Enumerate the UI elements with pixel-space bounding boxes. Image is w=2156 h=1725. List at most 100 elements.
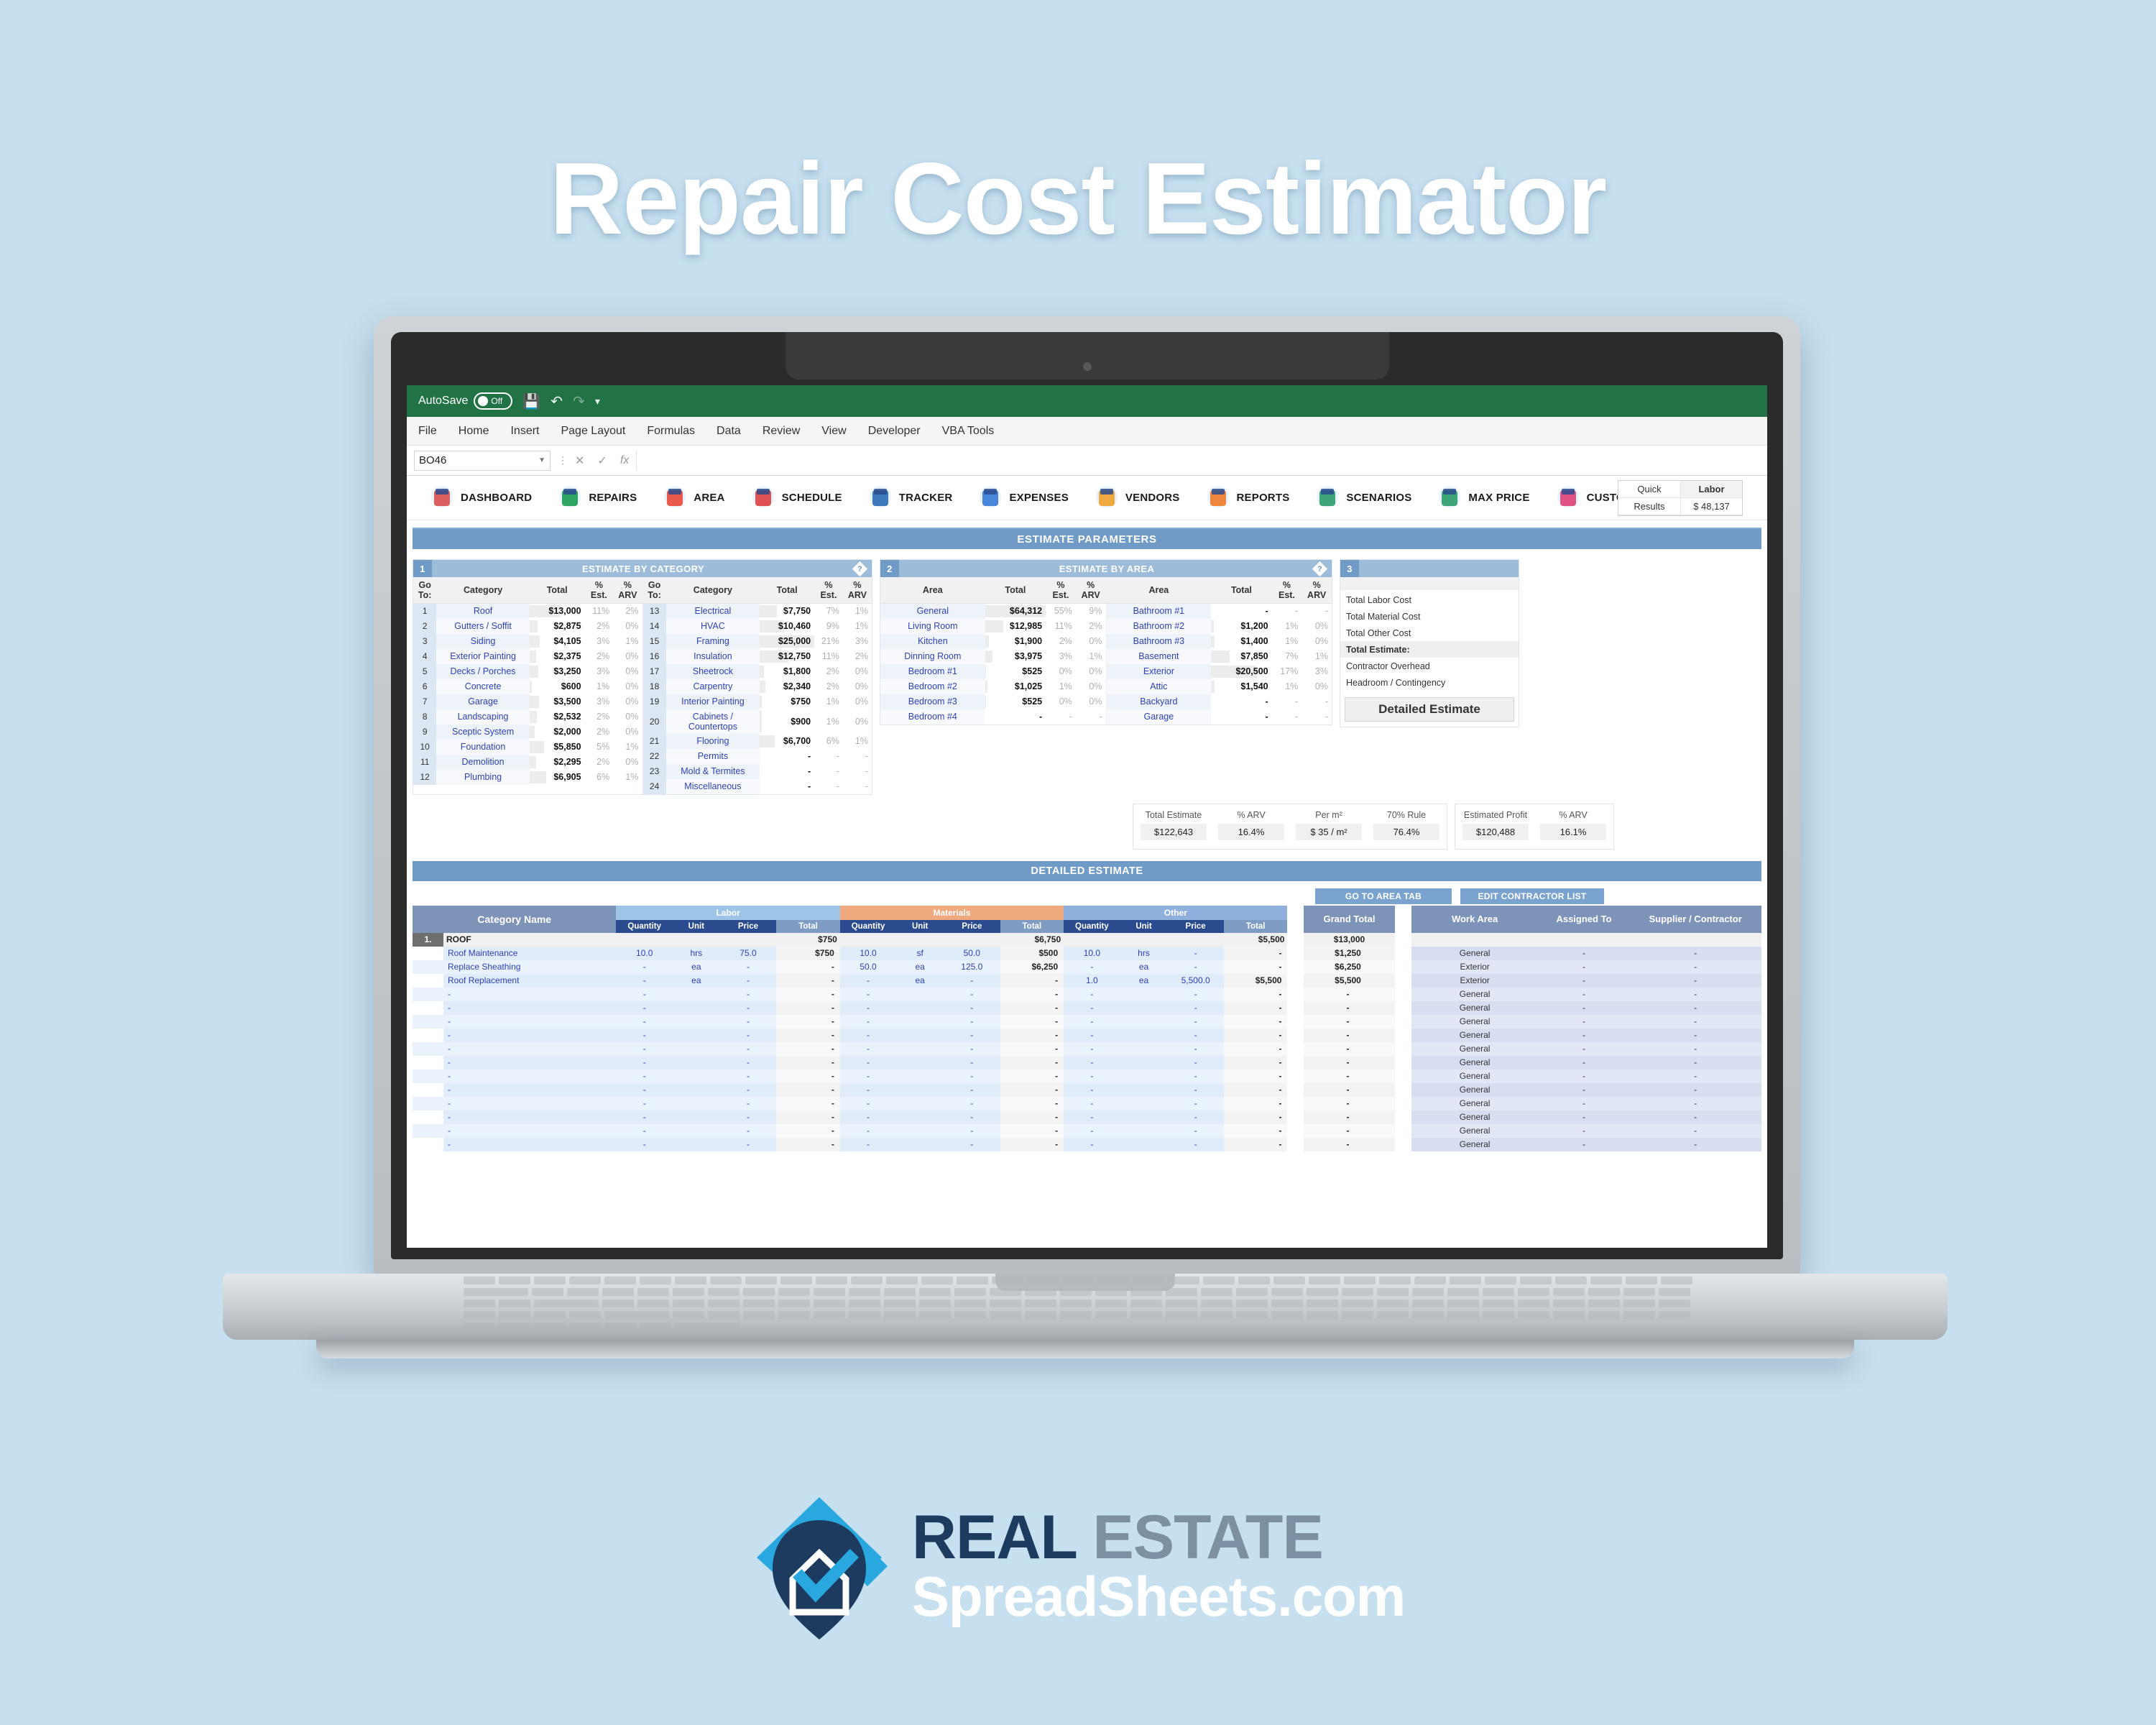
table-row[interactable]: 14 HVAC $10,460 9% 1% xyxy=(642,618,872,634)
supplier-cell[interactable]: - xyxy=(1629,1055,1761,1070)
table-row[interactable]: 13 Electrical $7,750 7% 1% xyxy=(642,603,872,619)
other-unit-cell[interactable] xyxy=(1120,1137,1168,1151)
materials-total-cell[interactable]: - xyxy=(1000,1028,1064,1042)
materials-price-cell[interactable]: - xyxy=(944,1055,1000,1070)
table-row[interactable]: 7 Garage $3,500 3% 0% xyxy=(413,694,642,709)
assigned-to-cell[interactable]: - xyxy=(1538,1041,1630,1056)
labor-price-cell[interactable]: - xyxy=(719,960,777,974)
detail-name-cell[interactable]: - xyxy=(443,1069,617,1083)
area-cell[interactable]: Garage xyxy=(1106,709,1212,724)
table-row[interactable]: Bedroom #2 $1,025 1% 0% xyxy=(880,678,1106,694)
edit-contractor-list-button[interactable]: EDIT CONTRACTOR LIST xyxy=(1460,888,1604,904)
area-cell[interactable]: Bathroom #1 xyxy=(1106,603,1212,619)
table-row[interactable]: Backyard - - - xyxy=(1106,694,1332,709)
materials-total-cell[interactable]: - xyxy=(1000,1041,1064,1056)
goto-cell[interactable]: 21 xyxy=(642,733,666,749)
other-total-cell[interactable]: - xyxy=(1223,1110,1288,1124)
detail-name-cell[interactable]: - xyxy=(443,1110,617,1124)
materials-price-cell[interactable]: - xyxy=(944,1096,1000,1110)
detail-row[interactable]: Replace Sheathing - ea - -50.0 ea 125.0 $6,250-… xyxy=(413,960,1761,974)
work-area-cell[interactable]: Exterior xyxy=(1411,973,1539,988)
detail-row[interactable]: - - - - - - - - - - - General - - xyxy=(413,1014,1761,1029)
nav-item-expenses[interactable]: EXPENSES xyxy=(965,485,1081,510)
detail-row[interactable]: - - - - - - - - - - - General - - xyxy=(413,1137,1761,1151)
labor-total-cell[interactable]: - xyxy=(776,1137,840,1151)
labor-qty-cell[interactable]: - xyxy=(616,987,673,1001)
materials-unit-cell[interactable] xyxy=(896,1137,944,1151)
detail-row[interactable]: Roof Replacement - ea - - - ea - -1.0 ea 5,500.0 $5… xyxy=(413,973,1761,988)
table-row[interactable]: General $64,312 55% 9% xyxy=(880,603,1106,619)
supplier-cell[interactable]: - xyxy=(1629,1028,1761,1042)
goto-cell[interactable]: 12 xyxy=(413,769,437,785)
assigned-to-cell[interactable]: - xyxy=(1538,1123,1630,1138)
detail-row[interactable]: - - - - - - - - - - - General - - xyxy=(413,1041,1761,1056)
area-cell[interactable]: Living Room xyxy=(880,618,985,634)
table-row[interactable]: 9 Sceptic System $2,000 2% 0% xyxy=(413,724,642,740)
labor-total-cell[interactable]: - xyxy=(776,1041,840,1056)
labor-price-cell[interactable]: - xyxy=(719,1096,777,1110)
table-row[interactable]: Bathroom #2 $1,200 1% 0% xyxy=(1106,618,1332,634)
labor-unit-cell[interactable] xyxy=(672,1082,720,1097)
menu-developer[interactable]: Developer xyxy=(868,425,921,438)
supplier-cell[interactable]: - xyxy=(1629,1082,1761,1097)
materials-total-cell[interactable]: - xyxy=(1000,987,1064,1001)
detail-name-cell[interactable]: - xyxy=(443,1137,617,1151)
materials-price-cell[interactable]: 50.0 xyxy=(944,946,1000,960)
labor-total-cell[interactable]: - xyxy=(776,1096,840,1110)
labor-qty-cell[interactable]: - xyxy=(616,1055,673,1070)
table-row[interactable]: 12 Plumbing $6,905 6% 1% xyxy=(413,769,642,785)
nav-item-reports[interactable]: REPORTS xyxy=(1193,485,1303,510)
category-cell[interactable]: Permits xyxy=(665,748,760,764)
other-price-cell[interactable]: - xyxy=(1167,1137,1224,1151)
materials-qty-cell[interactable]: - xyxy=(839,1123,897,1138)
assigned-to-cell[interactable]: - xyxy=(1538,1014,1630,1029)
goto-cell[interactable]: 14 xyxy=(642,618,666,634)
materials-price-cell[interactable]: - xyxy=(944,1000,1000,1015)
labor-price-cell[interactable]: - xyxy=(719,1041,777,1056)
other-total-cell[interactable]: - xyxy=(1223,1055,1288,1070)
other-unit-cell[interactable] xyxy=(1120,1123,1168,1138)
category-cell[interactable]: Sheetrock xyxy=(665,663,760,679)
area-cell[interactable]: Backyard xyxy=(1106,694,1212,709)
other-qty-cell[interactable]: 1.0 xyxy=(1064,973,1120,988)
table-row[interactable]: 18 Carpentry $2,340 2% 0% xyxy=(642,678,872,694)
labor-price-cell[interactable]: - xyxy=(719,1123,777,1138)
materials-price-cell[interactable]: - xyxy=(944,1123,1000,1138)
menu-vba-tools[interactable]: VBA Tools xyxy=(942,425,995,438)
category-cell[interactable]: Electrical xyxy=(665,603,760,619)
table-row[interactable]: 15 Framing $25,000 21% 3% xyxy=(642,633,872,649)
materials-total-cell[interactable]: - xyxy=(1000,1110,1064,1124)
supplier-cell[interactable]: - xyxy=(1629,946,1761,960)
detail-row[interactable]: - - - - - - - - - - - General - - xyxy=(413,1123,1761,1138)
materials-qty-cell[interactable]: - xyxy=(839,973,897,988)
materials-price-cell[interactable]: - xyxy=(944,1069,1000,1083)
goto-cell[interactable]: 3 xyxy=(413,633,437,649)
other-total-cell[interactable]: - xyxy=(1223,987,1288,1001)
category-cell[interactable]: Plumbing xyxy=(436,769,530,785)
other-total-cell[interactable]: - xyxy=(1223,1014,1288,1029)
labor-price-cell[interactable]: - xyxy=(719,1014,777,1029)
labor-total-cell[interactable]: - xyxy=(776,1028,840,1042)
supplier-cell[interactable]: - xyxy=(1629,1041,1761,1056)
other-qty-cell[interactable]: - xyxy=(1064,1069,1120,1083)
enter-icon[interactable]: ✓ xyxy=(597,454,607,468)
materials-unit-cell[interactable]: ea xyxy=(896,960,944,974)
assigned-to-cell[interactable]: - xyxy=(1538,1028,1630,1042)
other-unit-cell[interactable] xyxy=(1120,1014,1168,1029)
other-unit-cell[interactable] xyxy=(1120,1096,1168,1110)
work-area-cell[interactable]: General xyxy=(1411,1041,1539,1056)
labor-total-cell[interactable]: - xyxy=(776,1055,840,1070)
labor-unit-cell[interactable] xyxy=(672,1123,720,1138)
nav-item-schedule[interactable]: SCHEDULE xyxy=(738,485,855,510)
other-price-cell[interactable]: - xyxy=(1167,1110,1224,1124)
nav-item-scenarios[interactable]: SCENARIOS xyxy=(1302,485,1424,510)
materials-price-cell[interactable]: - xyxy=(944,973,1000,988)
category-cell[interactable]: Concrete xyxy=(436,678,530,694)
category-cell[interactable]: Siding xyxy=(436,633,530,649)
table-row[interactable]: 8 Landscaping $2,532 2% 0% xyxy=(413,709,642,724)
materials-unit-cell[interactable] xyxy=(896,1000,944,1015)
other-qty-cell[interactable]: - xyxy=(1064,1055,1120,1070)
table-row[interactable]: Bedroom #4 - - - xyxy=(880,709,1106,724)
other-unit-cell[interactable] xyxy=(1120,1082,1168,1097)
menu-page-layout[interactable]: Page Layout xyxy=(561,425,625,438)
